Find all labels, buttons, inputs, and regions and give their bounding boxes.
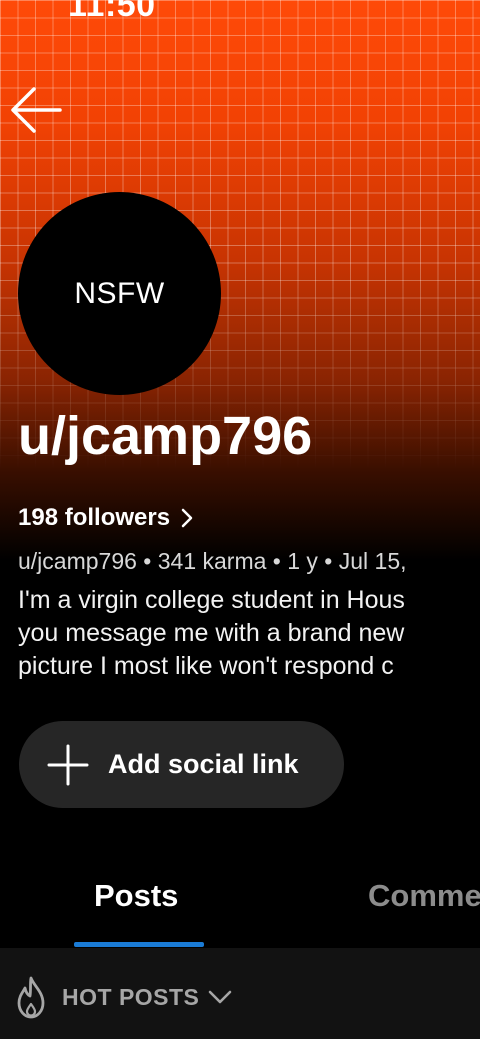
bio-line: you message me with a brand new <box>18 619 405 647</box>
profile-screen: 11:50 NSFW u/jcamp796 198 followers u/jc… <box>0 0 480 1039</box>
sort-bar: HOT POSTS <box>0 948 480 1039</box>
tab-posts[interactable]: Posts <box>94 878 178 914</box>
tab-comments[interactable]: Comme <box>368 878 480 914</box>
avatar-label: NSFW <box>74 276 165 310</box>
back-button[interactable] <box>6 80 66 140</box>
add-social-link-label: Add social link <box>108 749 299 779</box>
sort-label: HOT POSTS <box>62 983 200 1010</box>
profile-tabs: Posts Comme <box>0 860 480 949</box>
bio-line: I'm a virgin college student in Hous <box>18 586 405 614</box>
status-bar-time: 11:50 <box>68 0 156 24</box>
active-tab-indicator <box>74 942 204 947</box>
add-social-link-button[interactable]: Add social link <box>19 721 344 808</box>
profile-meta: u/jcamp796 • 341 karma • 1 y • Jul 15, <box>18 548 407 574</box>
profile-bio: I'm a virgin college student in Hous you… <box>18 584 405 683</box>
chevron-right-icon <box>181 508 193 528</box>
plus-icon <box>47 744 89 785</box>
followers-link[interactable]: 198 followers <box>18 504 194 532</box>
followers-count: 198 followers <box>18 504 171 531</box>
arrow-left-icon <box>11 87 62 133</box>
profile-username: u/jcamp796 <box>18 406 313 466</box>
avatar[interactable]: NSFW <box>18 192 221 395</box>
sort-dropdown[interactable]: HOT POSTS <box>10 974 233 1020</box>
chevron-down-icon <box>209 990 232 1004</box>
flame-icon <box>17 976 45 1019</box>
bio-line: picture I most like won't respond c <box>18 652 394 680</box>
